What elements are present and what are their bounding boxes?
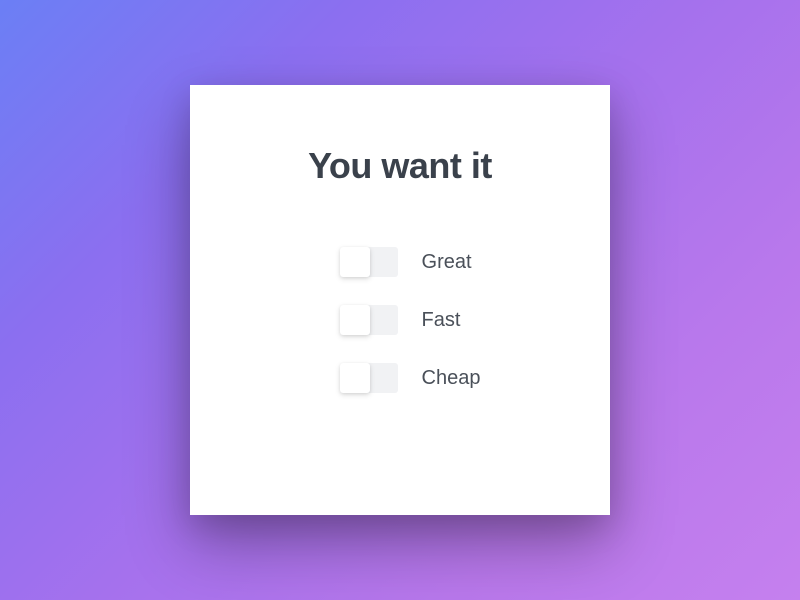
toggle-knob — [340, 247, 370, 277]
toggle-row-cheap: Cheap — [340, 363, 481, 393]
toggle-knob — [340, 305, 370, 335]
toggle-row-fast: Fast — [340, 305, 461, 335]
toggle-label-fast: Fast — [422, 309, 461, 332]
card-title: You want it — [308, 145, 492, 187]
toggle-row-great: Great — [340, 247, 472, 277]
toggle-knob — [340, 363, 370, 393]
card: You want it Great Fast Cheap — [190, 85, 610, 515]
toggle-great[interactable] — [340, 247, 398, 277]
toggle-label-cheap: Cheap — [422, 367, 481, 390]
toggle-label-great: Great — [422, 251, 472, 274]
toggle-cheap[interactable] — [340, 363, 398, 393]
toggle-fast[interactable] — [340, 305, 398, 335]
toggle-list: Great Fast Cheap — [340, 247, 481, 393]
